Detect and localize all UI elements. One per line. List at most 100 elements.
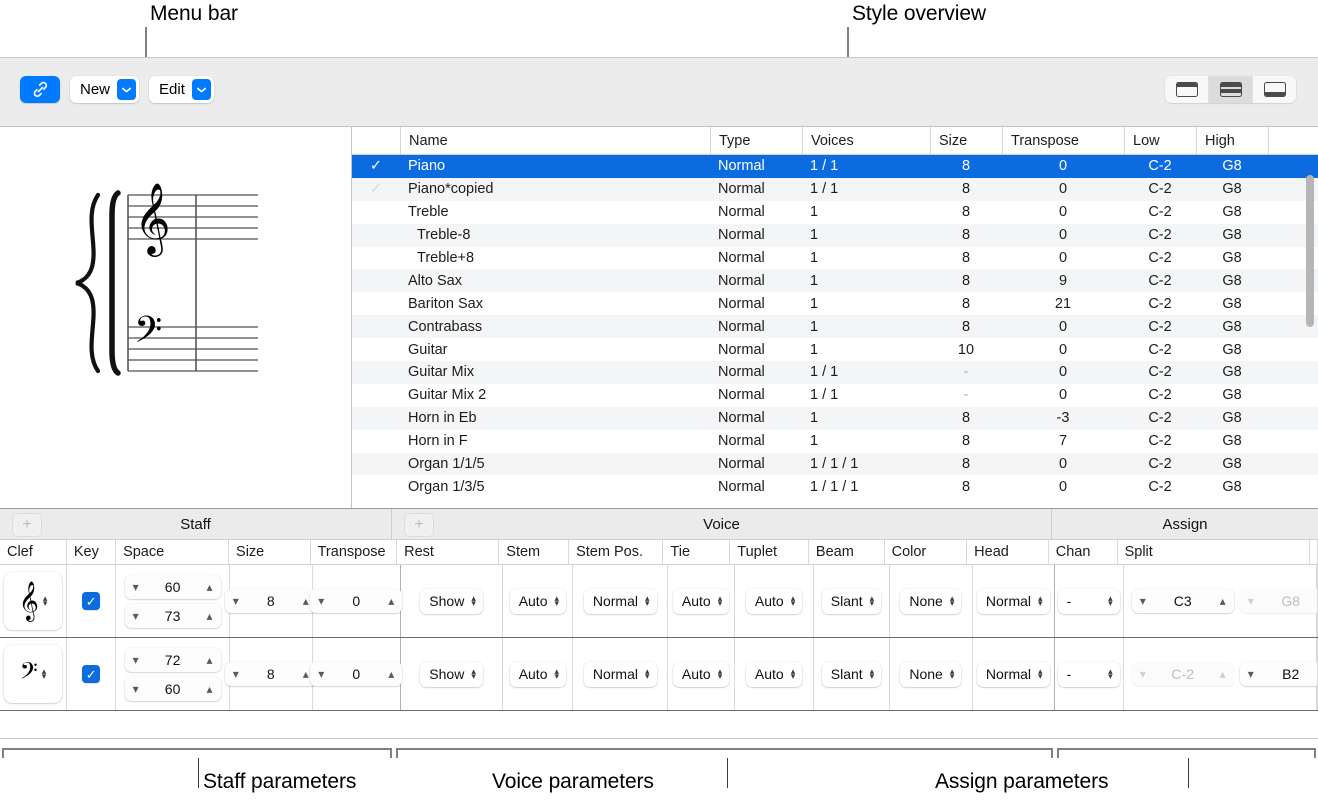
style-table-scrollbar[interactable] xyxy=(1306,157,1314,505)
updown-chevron-icon[interactable]: ▴▾ xyxy=(555,669,560,679)
beam-popup[interactable]: Slant▴▾ xyxy=(822,662,881,687)
table-row[interactable]: Guitar Mix 2Normal1 / 1-0C-2G8 xyxy=(352,384,1318,407)
table-row[interactable]: Treble-8Normal180C-2G8 xyxy=(352,224,1318,247)
chevron-down-icon[interactable]: ▾ xyxy=(318,594,324,608)
param-col-header-clef[interactable]: Clef xyxy=(0,540,67,564)
param-col-header-rest[interactable]: Rest xyxy=(397,540,499,564)
table-row[interactable]: TrebleNormal180C-2G8 xyxy=(352,201,1318,224)
key-checkbox[interactable]: ✓ xyxy=(82,592,100,610)
transpose-stepper[interactable]: ▾0▴ xyxy=(310,662,402,686)
chevron-up-icon[interactable]: ▴ xyxy=(388,594,394,608)
chevron-up-icon[interactable]: ▴ xyxy=(207,609,213,623)
table-row[interactable]: ContrabassNormal180C-2G8 xyxy=(352,315,1318,338)
updown-chevron-icon[interactable]: ▴▾ xyxy=(1038,669,1043,679)
style-col-header-size[interactable]: Size xyxy=(930,127,1002,154)
chevron-up-icon[interactable]: ▴ xyxy=(1220,667,1226,681)
view-mode-segmented-control[interactable] xyxy=(1165,76,1296,103)
size-stepper[interactable]: ▾8▴ xyxy=(225,589,317,613)
rest-popup[interactable]: Show▴▾ xyxy=(420,589,483,614)
updown-chevron-icon[interactable]: ▴▾ xyxy=(1108,669,1113,679)
add-voice-button[interactable]: + xyxy=(404,513,434,537)
stem-pos-popup[interactable]: Normal▴▾ xyxy=(584,662,657,687)
table-row[interactable]: Guitar MixNormal1 / 1-0C-2G8 xyxy=(352,361,1318,384)
stem-pos-popup[interactable]: Normal▴▾ xyxy=(584,589,657,614)
table-row[interactable]: Bariton SaxNormal1821C-2G8 xyxy=(352,292,1318,315)
space-bottom-stepper[interactable]: ▾73▴ xyxy=(125,604,221,628)
param-col-header-space[interactable]: Space xyxy=(116,540,229,564)
updown-chevron-icon[interactable]: ▴▾ xyxy=(791,669,796,679)
view-mode-split-button[interactable] xyxy=(1208,76,1252,103)
table-row[interactable]: ✓PianoNormal1 / 180C-2G8 xyxy=(352,155,1318,178)
tuplet-popup[interactable]: Auto▴▾ xyxy=(746,662,802,687)
style-col-header-type[interactable]: Type xyxy=(710,127,802,154)
param-col-header-stem-pos-[interactable]: Stem Pos. xyxy=(569,540,663,564)
updown-chevron-icon[interactable]: ▴▾ xyxy=(645,669,650,679)
updown-chevron-icon[interactable]: ▴▾ xyxy=(471,669,476,679)
chevron-up-icon[interactable]: ▴ xyxy=(303,594,309,608)
param-col-header-transpose[interactable]: Transpose xyxy=(311,540,397,564)
chevron-up-icon[interactable]: ▴ xyxy=(1220,594,1226,608)
updown-chevron-icon[interactable]: ▴▾ xyxy=(950,596,955,606)
chevron-down-icon[interactable]: ▾ xyxy=(133,653,139,667)
size-stepper[interactable]: ▾8▴ xyxy=(225,662,317,686)
table-row[interactable]: Horn in EbNormal18-3C-2G8 xyxy=(352,407,1318,430)
stem-popup[interactable]: Auto▴▾ xyxy=(510,662,566,687)
chevron-down-icon[interactable]: ▾ xyxy=(1140,594,1146,608)
updown-chevron-icon[interactable]: ▴▾ xyxy=(555,596,560,606)
table-row[interactable]: Organ 1/1/5Normal1 / 1 / 180C-2G8 xyxy=(352,453,1318,476)
chevron-down-icon[interactable]: ▾ xyxy=(233,594,239,608)
clef-selector-treble[interactable]: 𝄞▴▾ xyxy=(4,572,62,630)
chevron-down-icon[interactable]: ▾ xyxy=(233,667,239,681)
chevron-down-icon[interactable]: ▾ xyxy=(1248,667,1254,681)
head-popup[interactable]: Normal▴▾ xyxy=(977,662,1050,687)
color-popup[interactable]: None▴▾ xyxy=(900,589,961,614)
space-bottom-stepper[interactable]: ▾60▴ xyxy=(125,677,221,701)
tie-popup[interactable]: Auto▴▾ xyxy=(673,662,729,687)
param-col-header-stem[interactable]: Stem xyxy=(499,540,569,564)
style-col-header-low[interactable]: Low xyxy=(1124,127,1196,154)
table-row[interactable]: Alto SaxNormal189C-2G8 xyxy=(352,269,1318,292)
chevron-down-icon[interactable]: ▾ xyxy=(318,667,324,681)
beam-popup[interactable]: Slant▴▾ xyxy=(822,589,881,614)
param-col-header-head[interactable]: Head xyxy=(967,540,1049,564)
space-top-stepper[interactable]: ▾60▴ xyxy=(125,575,221,599)
table-row[interactable]: GuitarNormal1100C-2G8 xyxy=(352,338,1318,361)
split-low-stepper[interactable]: ▾C3▴ xyxy=(1132,589,1234,613)
color-popup[interactable]: None▴▾ xyxy=(900,662,961,687)
stem-popup[interactable]: Auto▴▾ xyxy=(510,589,566,614)
style-col-header-transpose[interactable]: Transpose xyxy=(1002,127,1124,154)
chevron-down-icon[interactable]: ▾ xyxy=(133,682,139,696)
chevron-down-icon[interactable]: ▾ xyxy=(1248,594,1254,608)
table-row[interactable]: Treble+8Normal180C-2G8 xyxy=(352,247,1318,270)
updown-chevron-icon[interactable]: ▴▾ xyxy=(42,669,47,679)
chevron-down-icon[interactable]: ▾ xyxy=(1140,667,1146,681)
style-col-header-high[interactable]: High xyxy=(1196,127,1268,154)
param-col-header-color[interactable]: Color xyxy=(885,540,968,564)
row-checkbox[interactable]: ✓ xyxy=(352,181,400,197)
add-staff-button[interactable]: + xyxy=(12,513,42,537)
view-mode-bottom-button[interactable] xyxy=(1252,76,1296,103)
clef-selector-bass[interactable]: 𝄢▴▾ xyxy=(4,645,62,703)
updown-chevron-icon[interactable]: ▴▾ xyxy=(1038,596,1043,606)
param-col-header-tuplet[interactable]: Tuplet xyxy=(730,540,809,564)
table-row[interactable]: ✓Piano*copiedNormal1 / 180C-2G8 xyxy=(352,178,1318,201)
param-col-header-split[interactable]: Split xyxy=(1118,540,1310,564)
chevron-down-icon[interactable] xyxy=(192,79,211,100)
param-col-header-size[interactable]: Size xyxy=(229,540,311,564)
edit-menu-button[interactable]: Edit xyxy=(149,76,214,103)
table-row[interactable]: Organ 1/3/5Normal1 / 1 / 180C-2G8 xyxy=(352,475,1318,498)
style-col-header-name[interactable]: Name xyxy=(400,127,710,154)
row-checkbox[interactable]: ✓ xyxy=(352,158,400,174)
style-col-header-voices[interactable]: Voices xyxy=(802,127,930,154)
chevron-up-icon[interactable]: ▴ xyxy=(388,667,394,681)
updown-chevron-icon[interactable]: ▴▾ xyxy=(870,596,875,606)
updown-chevron-icon[interactable]: ▴▾ xyxy=(791,596,796,606)
param-col-header-chan[interactable]: Chan xyxy=(1049,540,1118,564)
chevron-up-icon[interactable]: ▴ xyxy=(207,682,213,696)
updown-chevron-icon[interactable]: ▴▾ xyxy=(870,669,875,679)
chevron-up-icon[interactable]: ▴ xyxy=(207,580,213,594)
split-high-stepper[interactable]: ▾B2▴ xyxy=(1240,662,1318,686)
style-table-scrollbar-thumb[interactable] xyxy=(1306,175,1314,327)
updown-chevron-icon[interactable]: ▴▾ xyxy=(718,669,723,679)
chevron-down-icon[interactable]: ▾ xyxy=(133,580,139,594)
